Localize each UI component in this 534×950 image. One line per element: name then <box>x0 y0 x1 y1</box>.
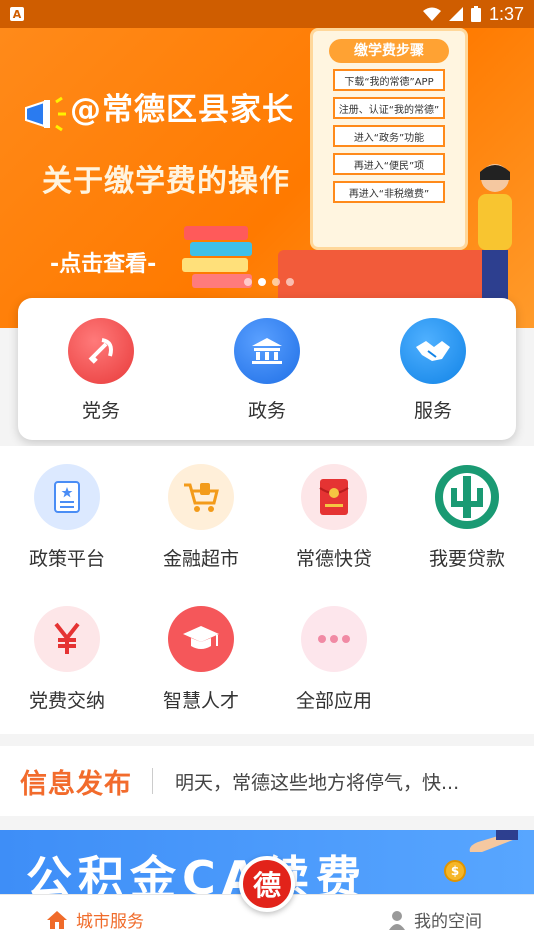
person-icon <box>389 910 405 930</box>
app-label: 党费交纳 <box>28 690 105 712</box>
news-bar[interactable]: 信息发布 明天，常德这些地方将停气，快... <box>0 746 534 816</box>
quick-item-party[interactable]: 党务 <box>41 318 161 423</box>
status-bar: A 1:37 <box>0 0 534 28</box>
carousel-dot-active[interactable] <box>258 278 266 286</box>
step-item: 下载“我的常德”APP <box>333 69 445 91</box>
step-item: 注册、认证“我的常德” <box>333 97 445 119</box>
signal-icon <box>448 7 463 21</box>
banner-title: @常德区县家长 <box>70 92 294 128</box>
quick-item-service[interactable]: 服务 <box>373 318 493 423</box>
steps-panel: 缴学费步骤 下载“我的常德”APP 注册、认证“我的常德” 进入“政务”功能 再… <box>310 28 468 250</box>
coin-icon: $ <box>444 860 466 882</box>
quick-item-government[interactable]: 政务 <box>207 318 327 423</box>
app-grid: 政策平台 金融超市 常德快贷 我要贷款 党费交纳 智慧人才 全部应用 <box>0 446 534 734</box>
app-changde-quick-loan[interactable]: 常德快贷 <box>267 464 401 571</box>
wifi-icon <box>422 7 441 21</box>
red-envelope-icon <box>301 464 367 530</box>
carousel-dot[interactable] <box>244 278 252 286</box>
yuan-icon <box>34 606 100 672</box>
handshake-icon <box>400 318 466 384</box>
megaphone-icon <box>25 96 66 132</box>
bank-logo-icon <box>434 464 500 530</box>
app-label: 全部应用 <box>295 690 372 712</box>
carousel-indicator[interactable] <box>244 278 294 286</box>
steps-panel-title: 缴学费步骤 <box>329 39 449 63</box>
building-icon <box>234 318 300 384</box>
app-party-fee[interactable]: 党费交纳 <box>0 606 134 713</box>
status-time: 1:37 <box>488 3 524 24</box>
carousel-dot[interactable] <box>272 278 280 286</box>
step-item: 再进入“非税缴费” <box>333 181 445 203</box>
promo-banner[interactable]: @常德区县家长 关于缴学费的操作 -点击查看- 缴学费步骤 下载“我的常德”AP… <box>0 28 534 328</box>
tab-label: 我的空间 <box>414 912 482 932</box>
step-item: 进入“政务”功能 <box>333 125 445 147</box>
app-label: 金融超市 <box>162 548 239 570</box>
tab-label: 城市服务 <box>76 912 144 932</box>
step-item: 再进入“便民”项 <box>333 153 445 175</box>
carousel-dot[interactable] <box>286 278 294 286</box>
banner-subtitle: 关于缴学费的操作 <box>42 164 290 199</box>
quick-label: 服务 <box>413 400 452 422</box>
home-icon <box>47 910 67 929</box>
tab-city-service[interactable]: 城市服务 <box>46 907 144 932</box>
app-smart-talent[interactable]: 智慧人才 <box>134 606 268 713</box>
app-finance-market[interactable]: 金融超市 <box>134 464 268 571</box>
notification-app-icon: A <box>10 7 24 21</box>
app-label: 我要贷款 <box>428 548 505 570</box>
customer-service-person-icon <box>478 164 512 308</box>
app-label: 常德快贷 <box>295 548 372 570</box>
battery-icon <box>470 6 481 22</box>
center-logo-button[interactable]: 德 <box>239 856 295 912</box>
app-policy-platform[interactable]: 政策平台 <box>0 464 134 571</box>
party-emblem-icon <box>68 318 134 384</box>
news-headline[interactable]: 明天，常德这些地方将停气，快... <box>175 768 485 795</box>
banner-cta: -点击查看- <box>50 252 157 277</box>
tab-my-space[interactable]: 我的空间 <box>388 907 482 932</box>
news-divider <box>152 768 153 794</box>
more-dots-icon <box>301 606 367 672</box>
quick-label: 党务 <box>81 400 120 422</box>
hand-icon <box>469 830 518 852</box>
graduation-cap-icon <box>168 606 234 672</box>
document-star-icon <box>34 464 100 530</box>
app-apply-loan[interactable]: 我要贷款 <box>400 464 534 571</box>
news-tag: 信息发布 <box>20 768 132 800</box>
quick-access-card: 党务 政务 服务 <box>18 298 516 440</box>
app-label: 智慧人才 <box>162 690 239 712</box>
app-all-apps[interactable]: 全部应用 <box>267 606 401 713</box>
shopping-cart-icon <box>168 464 234 530</box>
quick-label: 政务 <box>247 400 286 422</box>
app-label: 政策平台 <box>28 548 105 570</box>
